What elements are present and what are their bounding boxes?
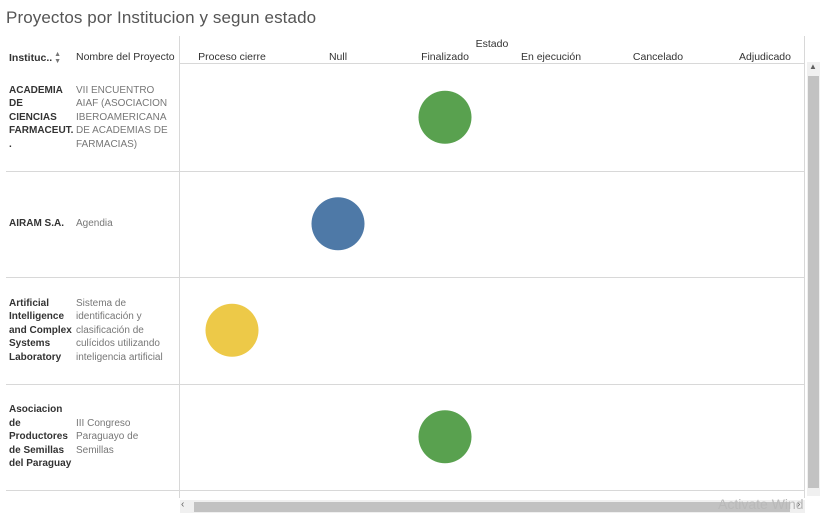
status-mark[interactable] bbox=[205, 303, 259, 357]
chart-plot bbox=[205, 90, 472, 464]
horizontal-scroll-thumb[interactable] bbox=[194, 502, 790, 512]
status-mark[interactable] bbox=[418, 90, 472, 144]
scroll-left-arrow-icon[interactable]: ‹ bbox=[181, 499, 184, 510]
status-mark[interactable] bbox=[311, 197, 365, 251]
vertical-scroll-thumb[interactable] bbox=[808, 76, 819, 488]
status-mark[interactable] bbox=[418, 410, 472, 464]
activation-watermark: Activate Wind bbox=[718, 496, 804, 512]
scroll-up-arrow-icon[interactable]: ▲ bbox=[809, 62, 817, 71]
